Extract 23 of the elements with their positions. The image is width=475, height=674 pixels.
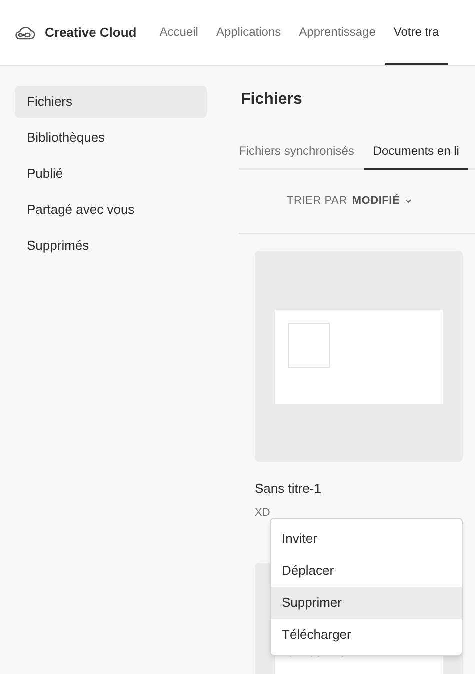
menu-item[interactable]: Télécharger <box>271 619 462 651</box>
chevron-down-icon <box>405 199 412 204</box>
brand-name: Creative Cloud <box>45 24 137 42</box>
file-name: Sans titre-1 <box>255 480 322 498</box>
tab[interactable]: Fichiers synchronisés <box>239 134 364 170</box>
sidebar-item[interactable]: Supprimés <box>15 230 207 262</box>
cloud-logo-icon <box>14 24 36 40</box>
tab[interactable]: Documents en li <box>364 134 468 170</box>
nav-tab[interactable]: Accueil <box>150 0 208 65</box>
sidebar-item[interactable]: Publié <box>15 158 207 190</box>
file-thumbnail[interactable] <box>255 251 463 462</box>
nav-tab[interactable]: Apprentissage <box>290 0 385 65</box>
sidebar-item[interactable]: Partagé avec vous <box>15 194 207 226</box>
menu-item[interactable]: Déplacer <box>271 555 462 587</box>
file-type: XD <box>255 506 272 520</box>
sidebar-item[interactable]: Fichiers <box>15 86 207 118</box>
nav-tab[interactable]: Votre tra <box>384 0 448 65</box>
page-title: Fichiers <box>241 90 304 110</box>
menu-item[interactable]: Inviter <box>271 523 462 555</box>
sort-dropdown[interactable]: TRIER PAR MODIFIÉ <box>287 193 412 210</box>
sidebar-item[interactable]: Bibliothèques <box>15 122 207 154</box>
menu-item[interactable]: Supprimer <box>271 587 462 619</box>
nav-tab[interactable]: Applications <box>207 0 290 65</box>
